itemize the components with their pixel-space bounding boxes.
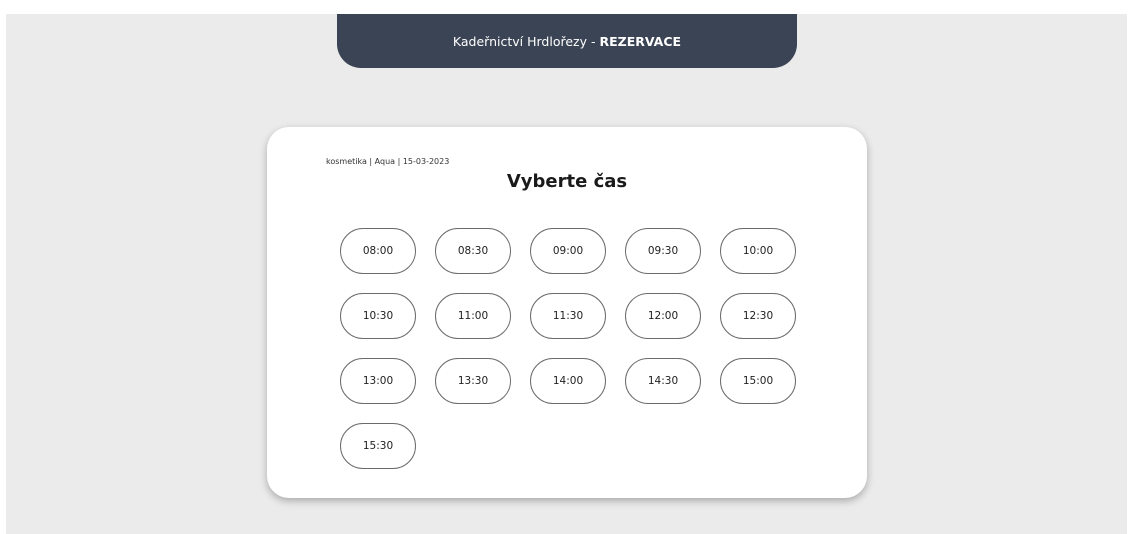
time-slot-button[interactable]: 13:30 [435, 358, 511, 404]
time-slot-button[interactable]: 14:00 [530, 358, 606, 404]
time-slot-button[interactable]: 12:00 [625, 293, 701, 339]
time-slot-button[interactable]: 12:30 [720, 293, 796, 339]
time-slot-button[interactable]: 08:30 [435, 228, 511, 274]
section-title: REZERVACE [599, 33, 682, 49]
page-title: Vyberte čas [506, 171, 628, 192]
time-slot-button[interactable]: 15:30 [340, 423, 416, 469]
brand-name: Kadeřnictví Hrdlořezy [452, 33, 587, 49]
time-selection-card: kosmetika | Aqua | 15-03-2023 Vyberte ča… [267, 127, 867, 498]
time-slot-button[interactable]: 15:00 [720, 358, 796, 404]
time-slot-button[interactable]: 09:30 [625, 228, 701, 274]
time-slot-button[interactable]: 14:30 [625, 358, 701, 404]
time-slot-grid: 08:00 08:30 09:00 09:30 10:00 10:30 11:0… [340, 228, 800, 469]
time-slot-button[interactable]: 10:00 [720, 228, 796, 274]
time-slot-button[interactable]: 13:00 [340, 358, 416, 404]
time-slot-button[interactable]: 11:30 [530, 293, 606, 339]
app-header: Kadeřnictví Hrdlořezy - REZERVACE [337, 14, 797, 68]
time-slot-button[interactable]: 10:30 [340, 293, 416, 339]
header-separator: - [587, 33, 600, 49]
time-slot-button[interactable]: 09:00 [530, 228, 606, 274]
reservation-summary: kosmetika | Aqua | 15-03-2023 [326, 157, 450, 166]
time-slot-button[interactable]: 11:00 [435, 293, 511, 339]
time-slot-button[interactable]: 08:00 [340, 228, 416, 274]
